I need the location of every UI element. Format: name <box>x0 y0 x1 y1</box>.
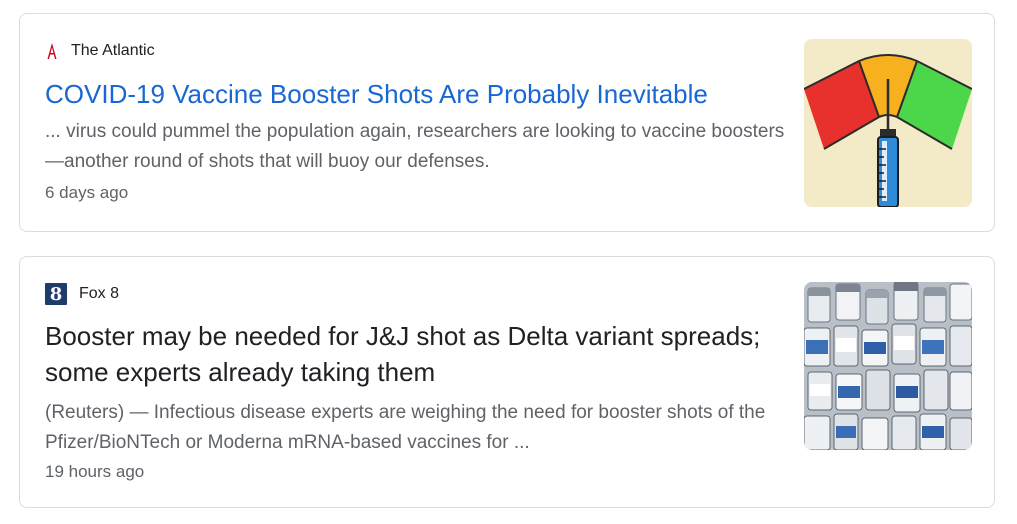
result-title-link[interactable]: Booster may be needed for J&J shot as De… <box>45 318 765 390</box>
atlantic-logo-icon <box>45 41 59 61</box>
result-timestamp: 6 days ago <box>45 183 129 202</box>
source-name: Fox 8 <box>79 285 120 302</box>
vaccine-gauge-illustration <box>804 39 972 207</box>
result-source: 8 Fox 8 <box>45 283 119 305</box>
result-source: The Atlantic <box>45 40 155 62</box>
result-title-link[interactable]: COVID-19 Vaccine Booster Shots Are Proba… <box>45 76 708 112</box>
result-snippet: ... virus could pummel the population ag… <box>45 121 785 172</box>
source-name: The Atlantic <box>71 42 155 59</box>
result-thumbnail[interactable] <box>804 39 972 207</box>
result-thumbnail[interactable] <box>804 282 972 450</box>
fox8-logo-icon: 8 <box>45 283 67 305</box>
result-timestamp: 19 hours ago <box>45 462 145 481</box>
news-result-card[interactable]: The Atlantic COVID-19 Vaccine Booster Sh… <box>19 13 995 232</box>
news-result-card[interactable]: 8 Fox 8 Booster may be needed for J&J sh… <box>19 256 995 508</box>
result-snippet: (Reuters) — Infectious disease experts a… <box>45 402 766 453</box>
vaccine-vials-photo <box>804 282 972 450</box>
